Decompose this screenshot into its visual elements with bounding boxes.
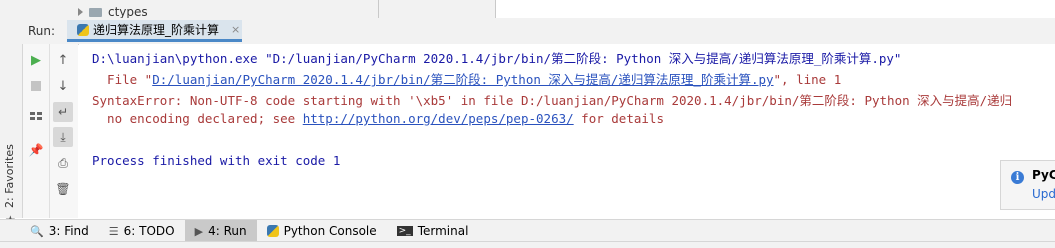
play-icon: ▶ (194, 224, 204, 238)
divider (378, 0, 379, 18)
folder-icon (89, 7, 102, 17)
stop-button[interactable] (26, 76, 46, 96)
tool-button-terminal[interactable]: >_ Terminal (387, 220, 479, 242)
notification-title: PyC (1032, 168, 1055, 182)
tool-button-label: Python Console (283, 224, 377, 238)
arrow-up-icon: ↑ (57, 52, 69, 68)
tree-item-label: ctypes (108, 5, 148, 18)
python-icon (77, 23, 89, 36)
run-toolbar-right: ↑ ↓ ↵ ⤓ ⎙ 🗑 (50, 44, 78, 218)
console-text: for details (573, 111, 664, 126)
tool-window-bar: 🔍 3: Find ☰ 6: TODO ▶ 4: Run Python Cons… (0, 219, 1055, 242)
python-icon (266, 225, 279, 237)
layout-button[interactable] (26, 106, 46, 126)
info-icon: i (1011, 171, 1024, 184)
expand-arrow-icon[interactable] (78, 8, 83, 16)
console-line: Process finished with exit code 1 (92, 153, 341, 168)
run-toolbar-left: ▶ 📌 (23, 44, 50, 218)
console-line: D:\luanjian\python.exe "D:/luanjian/PyCh… (92, 51, 902, 66)
file-link[interactable]: D:/luanjian/PyCharm 2020.1.4/jbr/bin/第二阶… (152, 72, 773, 87)
tool-button-label: 3: Find (48, 224, 89, 238)
console-text: ", line 1 (773, 72, 842, 87)
run-label: Run: (28, 24, 56, 38)
tool-button-label: 4: Run (208, 224, 247, 238)
project-tree: ctypes (0, 0, 495, 18)
tool-button-find[interactable]: 🔍 3: Find (20, 220, 99, 242)
search-icon: 🔍 (30, 224, 44, 238)
notification-balloon[interactable]: i PyC Upd (1000, 160, 1055, 210)
wrap-icon: ↵ (57, 105, 69, 119)
pin-button[interactable]: 📌 (26, 140, 46, 160)
list-icon: ☰ (108, 224, 119, 238)
console-line: no encoding declared; see http://python.… (92, 111, 664, 126)
tool-button-run[interactable]: ▶ 4: Run (184, 220, 257, 242)
scroll-down-button[interactable]: ↓ (53, 76, 73, 96)
console-text: File " (92, 72, 153, 87)
trash-icon: 🗑 (55, 182, 71, 196)
tool-button-python-console[interactable]: Python Console (257, 220, 387, 242)
tool-button-label: Terminal (417, 224, 469, 238)
console-line: File "D:/luanjian/PyCharm 2020.1.4/jbr/b… (92, 69, 841, 88)
run-panel-header: Run: 递归算法原理_阶乘计算 × (22, 18, 1055, 45)
terminal-icon: >_ (396, 226, 413, 236)
favorites-tool-button[interactable]: 2: Favorites (3, 144, 16, 208)
tree-item-ctypes[interactable]: ctypes (78, 3, 148, 18)
close-icon[interactable]: × (231, 23, 240, 36)
pep-link[interactable]: http://python.org/dev/peps/pep-0263/ (303, 111, 574, 126)
divider (495, 0, 496, 18)
print-icon: ⎙ (58, 155, 68, 170)
console-output[interactable]: D:\luanjian\python.exe "D:/luanjian/PyCh… (79, 44, 1055, 218)
arrow-down-icon: ↓ (57, 78, 69, 94)
tool-button-todo[interactable]: ☰ 6: TODO (99, 220, 185, 242)
console-text: no encoding declared; see (92, 111, 303, 126)
pin-icon: 📌 (28, 143, 44, 157)
soft-wrap-button[interactable]: ↵ (53, 102, 73, 122)
favorites-strip: 2: Favorites ★ (0, 18, 23, 227)
scroll-up-button[interactable]: ↑ (53, 50, 73, 70)
print-button[interactable]: ⎙ (53, 153, 73, 173)
run-tab-title: 递归算法原理_阶乘计算 (93, 23, 220, 37)
run-tab[interactable]: 递归算法原理_阶乘计算 × (67, 20, 242, 42)
notification-link[interactable]: Upd (1032, 187, 1055, 201)
console-line: SyntaxError: Non-UTF-8 code starting wit… (92, 93, 1013, 108)
scroll-to-end-button[interactable]: ⤓ (53, 127, 73, 147)
scroll-end-icon: ⤓ (60, 129, 66, 144)
rerun-button[interactable]: ▶ (26, 50, 46, 70)
play-icon: ▶ (31, 52, 41, 68)
stop-icon (31, 81, 41, 91)
clear-button[interactable]: 🗑 (53, 179, 73, 199)
layout-icon (30, 112, 42, 120)
tool-button-label: 6: TODO (123, 224, 175, 238)
